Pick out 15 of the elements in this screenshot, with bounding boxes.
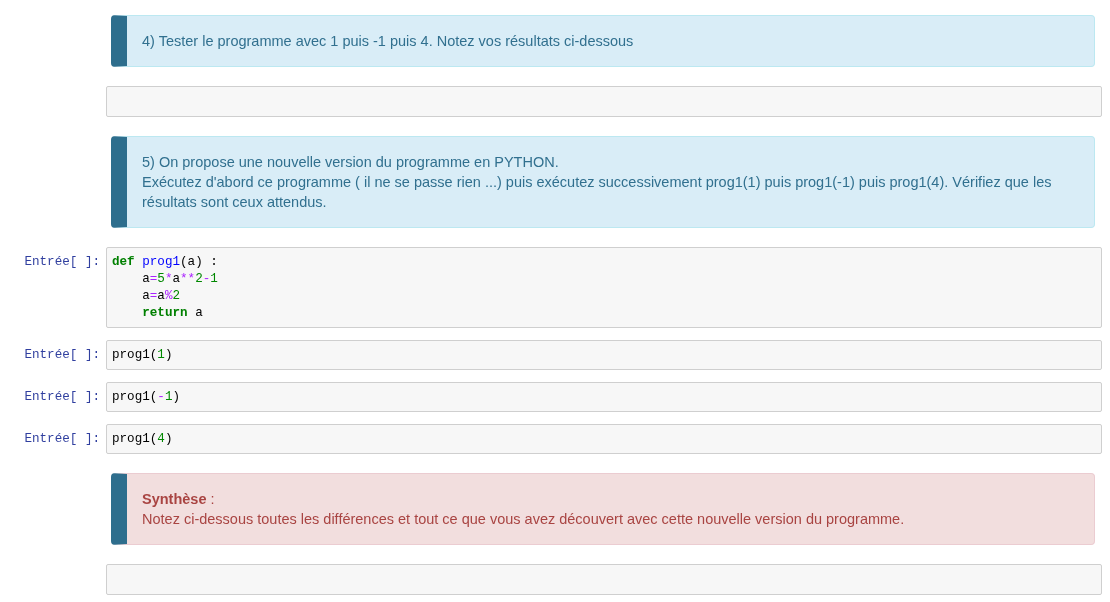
code-editor[interactable]: prog1(1) <box>106 340 1102 370</box>
answer-box[interactable] <box>106 86 1102 117</box>
cell-prompt: Entrée[ ]: <box>24 389 100 404</box>
cell-prompt: Entrée[ ]: <box>24 431 100 446</box>
cell-prompt: Entrée[ ]: <box>24 347 100 362</box>
code-editor[interactable]: prog1(4) <box>106 424 1102 454</box>
cell-prompt: Entrée[ ]: <box>24 254 100 269</box>
instruction-text: 5) On propose une nouvelle version du programme en PYTHON. <box>142 153 560 172</box>
instruction-text: Synthèse : <box>142 490 216 509</box>
instruction-text: Notez ci-dessous toutes les différences et tout ce que vous avez découvert avec cette nouvelle version du programme. <box>142 510 906 529</box>
code-editor[interactable]: prog1(-1) <box>106 382 1102 412</box>
instruction-text: Exécutez d'abord ce programme ( il ne se passe rien ...) puis exécutez successivement prog1(1) puis prog1(-1) puis prog1(4). Vérifiez que les résultats sont ceux attendus. <box>142 173 1053 212</box>
code-editor[interactable]: def prog1(a) : a=5*a**2-1 a=a%2 return a <box>106 247 1102 328</box>
answer-box[interactable] <box>106 564 1102 595</box>
instruction-text: 4) Tester le programme avec 1 puis -1 puis 4. Notez vos résultats ci-dessous <box>142 32 635 51</box>
